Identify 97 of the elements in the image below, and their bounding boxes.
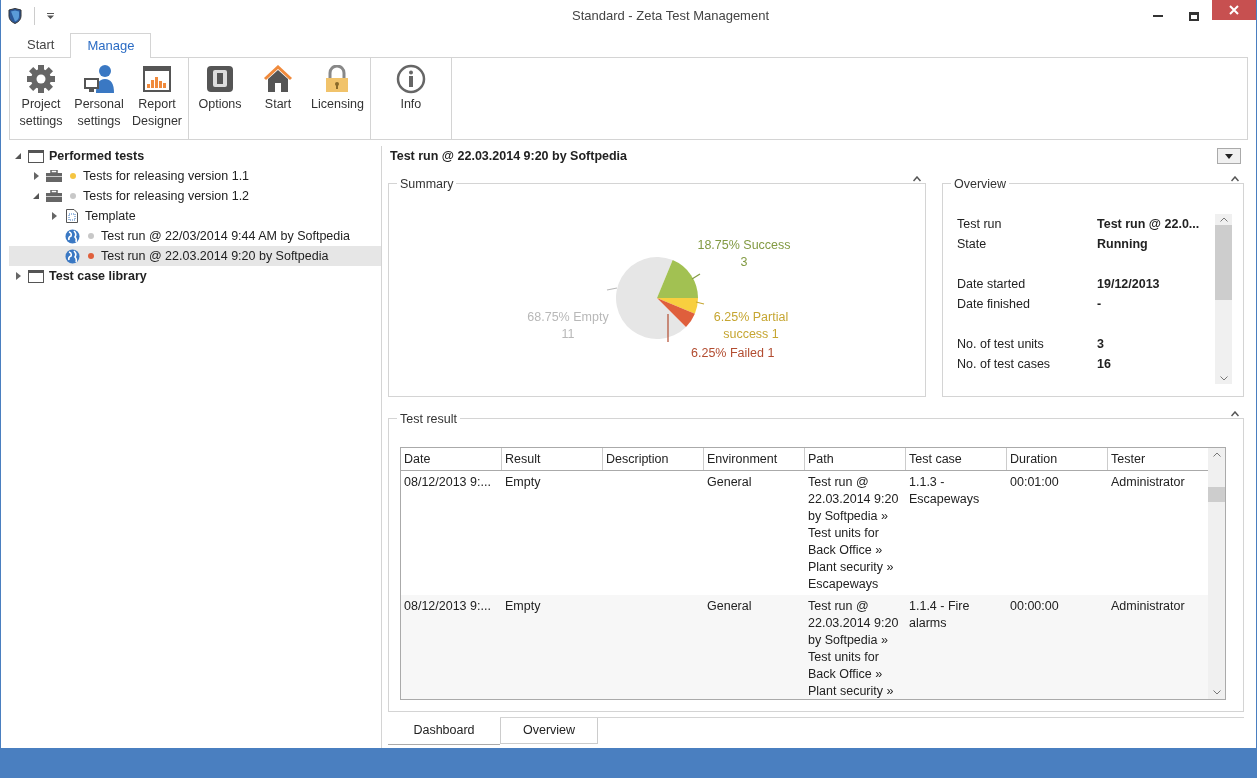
- ribbon-button[interactable]: Report Designer: [129, 62, 186, 130]
- briefcase-icon: [46, 170, 62, 182]
- document-icon: [66, 209, 78, 223]
- table-cell: General: [707, 599, 752, 613]
- close-icon: [1229, 5, 1239, 15]
- table-cell: 00:01:00: [1010, 475, 1059, 489]
- ribbon-button[interactable]: Options: [192, 62, 249, 113]
- field-value: Running: [1097, 235, 1148, 253]
- table-cell: Empty: [505, 599, 541, 613]
- table-cell: Administrator: [1111, 475, 1185, 489]
- table-cell: Test run @ 22.03.2014 9:20 by Softpedia » Test units for Back Office » Plant security »: [808, 599, 899, 698]
- briefcase-icon: [46, 190, 62, 202]
- scroll-down-icon[interactable]: [1212, 690, 1221, 695]
- ribbon-button[interactable]: Personal settings: [71, 62, 127, 130]
- table-cell: General: [707, 475, 752, 489]
- table-cell: 08/12/2013 9:...: [404, 475, 491, 489]
- table-cell: 08/12/2013 9:...: [404, 599, 491, 613]
- field-label: No. of test units: [957, 335, 1045, 353]
- field-label: Test run: [957, 215, 1003, 233]
- padlock-icon: [324, 65, 351, 93]
- tree-item[interactable]: Test run @ 22.03.2014 9:20 by Softpedia: [9, 246, 381, 266]
- scroll-up-icon[interactable]: [1219, 217, 1228, 222]
- window-icon: [28, 269, 44, 283]
- tree-item[interactable]: Test case library: [9, 266, 381, 286]
- ribbon-button[interactable]: Licensing: [308, 62, 367, 113]
- table-cell: Test run @ 22.03.2014 9:20 by Softpedia » Test units for Back Office » Plant security » Escapeways: [808, 475, 899, 591]
- dropdown-button[interactable]: [1217, 148, 1241, 164]
- house-icon: [263, 65, 294, 93]
- table-cell: 00:00:00: [1010, 599, 1059, 613]
- leader-line: [606, 287, 618, 291]
- view-tab[interactable]: Overview: [500, 718, 598, 744]
- collapse-icon[interactable]: [913, 176, 921, 182]
- field-value: 3: [1097, 335, 1104, 353]
- ribbon-button[interactable]: Project settings: [13, 62, 69, 130]
- view-tab[interactable]: Dashboard: [388, 717, 500, 745]
- tree-item[interactable]: Tests for releasing version 1.2: [9, 186, 381, 206]
- expand-icon[interactable]: [51, 212, 57, 220]
- leader-line: [667, 313, 669, 343]
- caret-icon: [1225, 153, 1233, 159]
- globe-icon: [64, 228, 80, 244]
- scroll-down-icon[interactable]: [1219, 376, 1228, 381]
- info-icon: [395, 64, 426, 94]
- ribbon-tab[interactable]: Start: [11, 32, 71, 57]
- column-header[interactable]: Date: [401, 448, 502, 470]
- expand-icon[interactable]: [15, 272, 21, 280]
- field-value: 16: [1097, 355, 1111, 373]
- panel-title: Test run @ 22.03.2014 9:20 by Softpedia: [389, 147, 628, 165]
- data-label: 6.25% Partial success 1: [712, 309, 790, 343]
- data-label: 18.75% Success 3: [696, 237, 792, 271]
- collapse-icon[interactable]: [33, 193, 39, 199]
- field-label: Date finished: [957, 295, 1031, 313]
- collapse-icon[interactable]: [15, 153, 21, 159]
- table-cell: 1.1.4 - Fire alarms: [909, 599, 970, 630]
- collapse-icon[interactable]: [1231, 176, 1239, 182]
- dropdown-icon[interactable]: [47, 13, 54, 19]
- field-label: Date started: [957, 275, 1027, 293]
- column-header[interactable]: Path: [805, 448, 906, 470]
- tree-item[interactable]: Template: [9, 206, 381, 226]
- column-header[interactable]: Environment: [704, 448, 805, 470]
- switch-icon: [206, 65, 235, 93]
- bar-chart-icon: [142, 65, 172, 93]
- data-label: 6.25% Failed 1: [691, 345, 775, 362]
- table-cell: Empty: [505, 475, 541, 489]
- scrollbar-thumb[interactable]: [1215, 225, 1232, 300]
- table-cell: 1.1.3 - Escapeways: [909, 475, 980, 506]
- table-cell: Administrator: [1111, 599, 1185, 613]
- field-value: -: [1097, 295, 1102, 313]
- close-button[interactable]: [1212, 0, 1256, 20]
- ribbon-tab[interactable]: Manage: [70, 33, 152, 58]
- expand-icon[interactable]: [33, 172, 39, 180]
- column-header[interactable]: Description: [603, 448, 704, 470]
- tree-item[interactable]: Test run @ 22/03/2014 9:44 AM by Softpedia: [9, 226, 381, 246]
- field-value: 19/12/2013: [1097, 275, 1160, 293]
- settings-icon: [26, 64, 56, 94]
- scroll-up-icon[interactable]: [1212, 452, 1221, 457]
- globe-icon: [64, 248, 80, 264]
- field-value: Test run @ 22.0...: [1097, 215, 1200, 233]
- tree-item[interactable]: Tests for releasing version 1.1: [9, 166, 381, 186]
- leader-line: [691, 273, 701, 280]
- shield-icon[interactable]: [8, 8, 22, 24]
- field-label: State: [957, 235, 988, 253]
- column-header[interactable]: Duration: [1007, 448, 1108, 470]
- column-header[interactable]: Result: [502, 448, 603, 470]
- column-header[interactable]: Test case: [906, 448, 1007, 470]
- scrollbar-track[interactable]: [1215, 214, 1232, 384]
- ribbon-button[interactable]: Start: [250, 62, 307, 113]
- scrollbar-thumb[interactable]: [1208, 487, 1225, 502]
- field-label: No. of test cases: [957, 355, 1052, 373]
- window-title: Standard - Zeta Test Management: [570, 7, 770, 26]
- data-label: 68.75% Empty 11: [526, 309, 610, 343]
- person-monitor-icon: [83, 64, 115, 94]
- collapse-icon[interactable]: [1231, 411, 1239, 417]
- tree-item[interactable]: Performed tests: [9, 146, 381, 166]
- scrollbar-track[interactable]: [1208, 448, 1225, 699]
- ribbon-button[interactable]: Info: [382, 62, 439, 113]
- leader-line: [695, 301, 705, 305]
- window-icon: [28, 149, 44, 163]
